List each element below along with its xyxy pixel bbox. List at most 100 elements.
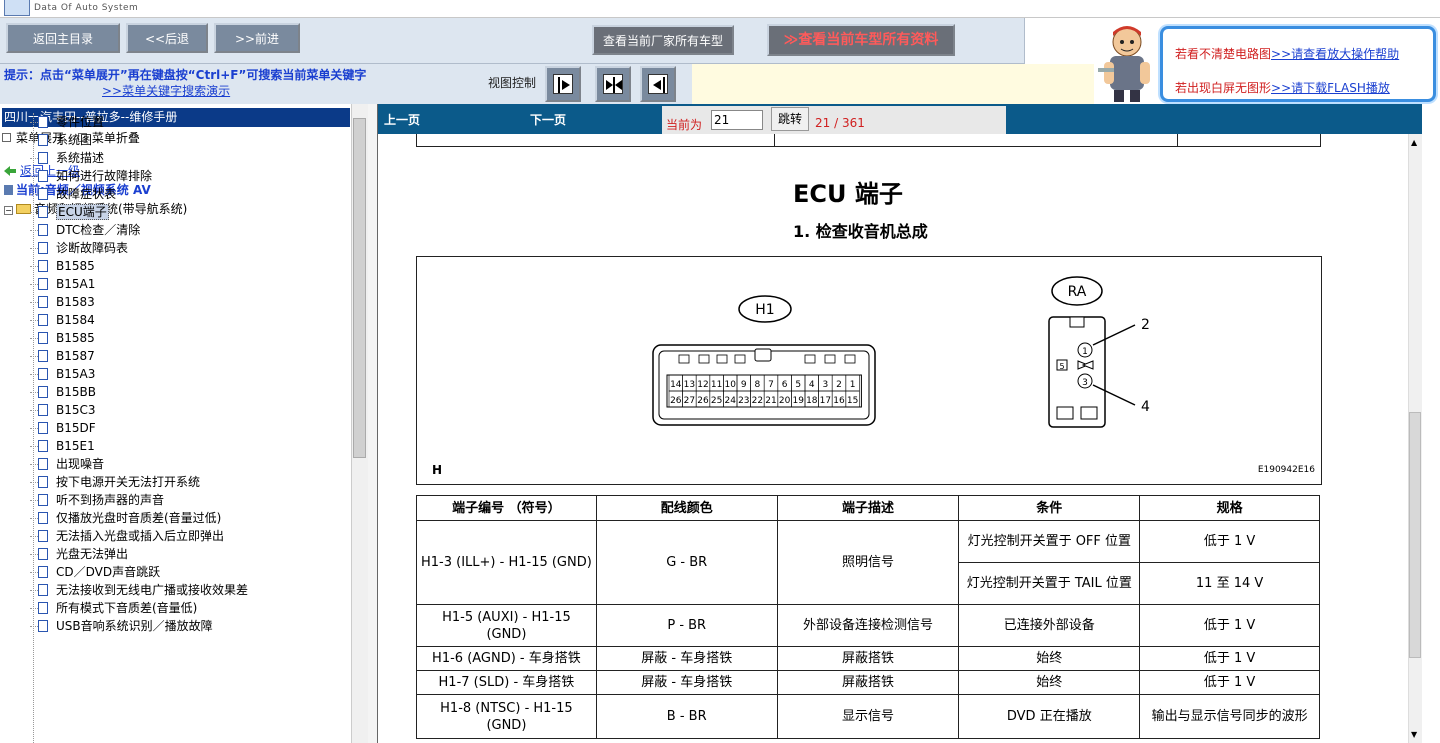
tree-item[interactable]: 诊断故障码表 [30,239,350,257]
table-cell: 低于 1 V [1139,646,1320,671]
tree-item[interactable]: 如何进行故障排除 [30,167,350,185]
h1-pin-label: 27 [684,396,695,406]
tree-item[interactable]: B15DF [30,419,350,437]
tree-item-label: B15A3 [56,367,96,381]
tree-item[interactable]: B1584 [30,311,350,329]
view-control-label: 视图控制 [488,76,537,90]
h1-pin-label: 9 [741,380,747,390]
back-button[interactable]: <<后退 [126,23,208,53]
tree-item[interactable]: 零件位置 [30,113,350,131]
tree-item-label: B15DF [56,421,96,435]
document-icon [38,332,48,344]
tree-item-label: B1587 [56,349,95,363]
document-icon [38,314,48,326]
tree-item[interactable]: B15A3 [30,365,350,383]
maker-models-button[interactable]: 查看当前厂家所有车型 [592,25,734,55]
next-page-link[interactable]: 下一页 [530,111,566,128]
sidebar-scroll-thumb[interactable] [353,118,366,458]
table-row: H1-3 (ILL+) - H1-15 (GND) G - BR 照明信号 灯光控制开… [416,520,1320,605]
document-icon [38,512,48,524]
mechanic-mascot-icon [1094,18,1160,104]
home-button[interactable]: 返回主目录 [6,23,120,53]
page-count: 21 / 361 [815,116,865,130]
jump-button[interactable]: 跳转 [771,107,809,131]
tree-item[interactable]: 出现噪音 [30,455,350,473]
panel-divider[interactable] [368,104,378,743]
table-cell: 11 至 14 V [1139,562,1320,605]
tree-item[interactable]: 无法插入光盘或插入后立即弹出 [30,527,350,545]
view-left-panel-button[interactable] [640,66,676,102]
tree-item[interactable]: 无法接收到无线电广播或接收效果差 [30,581,350,599]
prev-page-link[interactable]: 上一页 [384,111,420,128]
tree-item[interactable]: B1585 [30,329,350,347]
tree-item[interactable]: 听不到扬声器的声音 [30,491,350,509]
table-cell: 低于 1 V [1139,604,1320,647]
tree-item[interactable]: B1585 [30,257,350,275]
tree-connector [30,338,38,339]
h1-pin-label: 6 [782,380,788,390]
tree-item-label: 出现噪音 [56,457,105,471]
tree-item[interactable]: 故障症状表 [30,185,350,203]
document-icon [38,224,48,236]
tree-item-label: B15A1 [56,277,96,291]
tree-item[interactable]: B1583 [30,293,350,311]
tree-item[interactable]: 所有模式下音质差(音量低) [30,599,350,617]
search-demo-link[interactable]: >>菜单关键字搜索演示 [102,82,230,99]
h1-pin-label: 5 [795,380,801,390]
tree-item[interactable]: ECU端子 [30,203,350,221]
document-icon [38,566,48,578]
h1-pin-label: 19 [792,396,804,406]
tree-connector [30,572,38,573]
h1-latch [754,348,772,362]
document-icon [38,278,48,290]
terminal-spec-table: 端子编号 （符号） 配线颜色 端子描述 条件 规格 H1-3 (ILL+) - H1-1… [416,495,1320,739]
ra-inner-5-label: 5 [1059,362,1064,371]
tree-item[interactable]: B1587 [30,347,350,365]
tree-connector [30,122,38,123]
help-line-flash: 若出现白屏无图形>>请下载FLASH播放 [1175,79,1390,96]
table-header-cell: 端子编号 （符号） [416,495,597,521]
tree-item-label: ECU端子 [56,204,109,220]
scroll-up-icon[interactable]: ▲ [1411,138,1417,147]
help-zoom-link[interactable]: >>请查看放大操作帮助 [1271,47,1399,61]
view-split-button[interactable] [595,66,631,102]
table-cell: 低于 1 V [1139,670,1320,695]
table-row: H1-7 (SLD) - 车身搭铁 屏蔽 - 车身搭铁 屏蔽搭铁 始终 低于 1 V [416,670,1320,695]
ra-label: RA [1068,284,1087,300]
h1-pin-label: 18 [806,396,818,406]
document-icon [38,422,48,434]
tree-item[interactable]: 系统描述 [30,149,350,167]
tree-item[interactable]: B15BB [30,383,350,401]
tree-connector [30,500,38,501]
h1-pin-label: 26 [697,396,709,406]
view-right-panel-button[interactable] [545,66,581,102]
tree-item[interactable]: 按下电源开关无法打开系统 [30,473,350,491]
tree-item[interactable]: 光盘无法弹出 [30,545,350,563]
tree-item[interactable]: 仅播放光盘时音质差(音量过低) [30,509,350,527]
scroll-down-icon[interactable]: ▼ [1411,730,1417,739]
forward-button[interactable]: >>前进 [214,23,300,53]
help-flash-link[interactable]: >>请下载FLASH播放 [1271,81,1390,95]
collapse-node-icon: − [4,206,13,215]
tree-item[interactable]: B15A1 [30,275,350,293]
tree-item[interactable]: B15E1 [30,437,350,455]
ra-pin-2-label: 2 [1141,317,1150,333]
page-number-input[interactable] [711,110,763,130]
document-icon [38,206,48,218]
tree-item[interactable]: CD／DVD声音跳跃 [30,563,350,581]
h1-key-tab [734,354,746,364]
tree-item[interactable]: USB音响系统识别／播放故障 [30,617,350,635]
h1-pin-label: 20 [779,396,791,406]
section-subheading: 1. 检查收音机总成 [793,222,928,241]
tree-item[interactable]: B15C3 [30,401,350,419]
tree-item[interactable]: DTC检查／清除 [30,221,350,239]
all-info-button[interactable]: ≫查看当前车型所有资料 [767,24,955,56]
tree-item[interactable]: 系统图 [30,131,350,149]
tree-item-label: 按下电源开关无法打开系统 [56,475,201,489]
tree-item-label: 零件位置 [56,115,105,129]
table-cell: P - BR [595,604,778,647]
document-scroll-thumb[interactable] [1409,412,1421,658]
tree-item-label: B1585 [56,259,95,273]
tree-item-label: B15BB [56,385,96,399]
computer-icon [4,185,13,195]
